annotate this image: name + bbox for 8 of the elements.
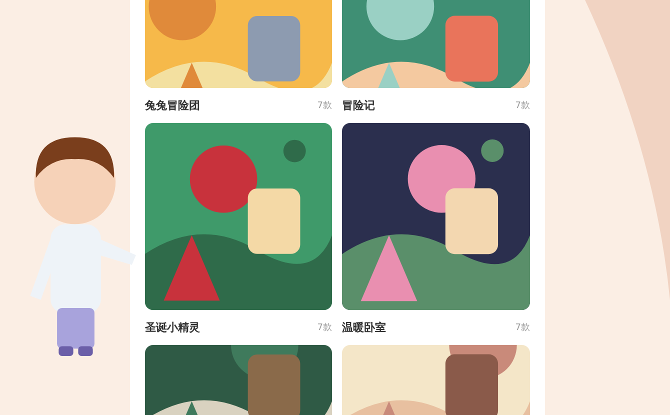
item-count: 7款 [515, 322, 530, 334]
card-title[interactable]: 兔兔冒险团 [145, 98, 200, 113]
card-title[interactable]: 圣诞小精灵 [145, 320, 200, 335]
item-count: 7款 [317, 100, 332, 112]
card-title[interactable]: 冒险记 [342, 98, 375, 113]
card-title[interactable]: 温暖卧室 [342, 320, 386, 335]
item-count: 7款 [317, 322, 332, 334]
item-count: 7款 [515, 100, 530, 112]
